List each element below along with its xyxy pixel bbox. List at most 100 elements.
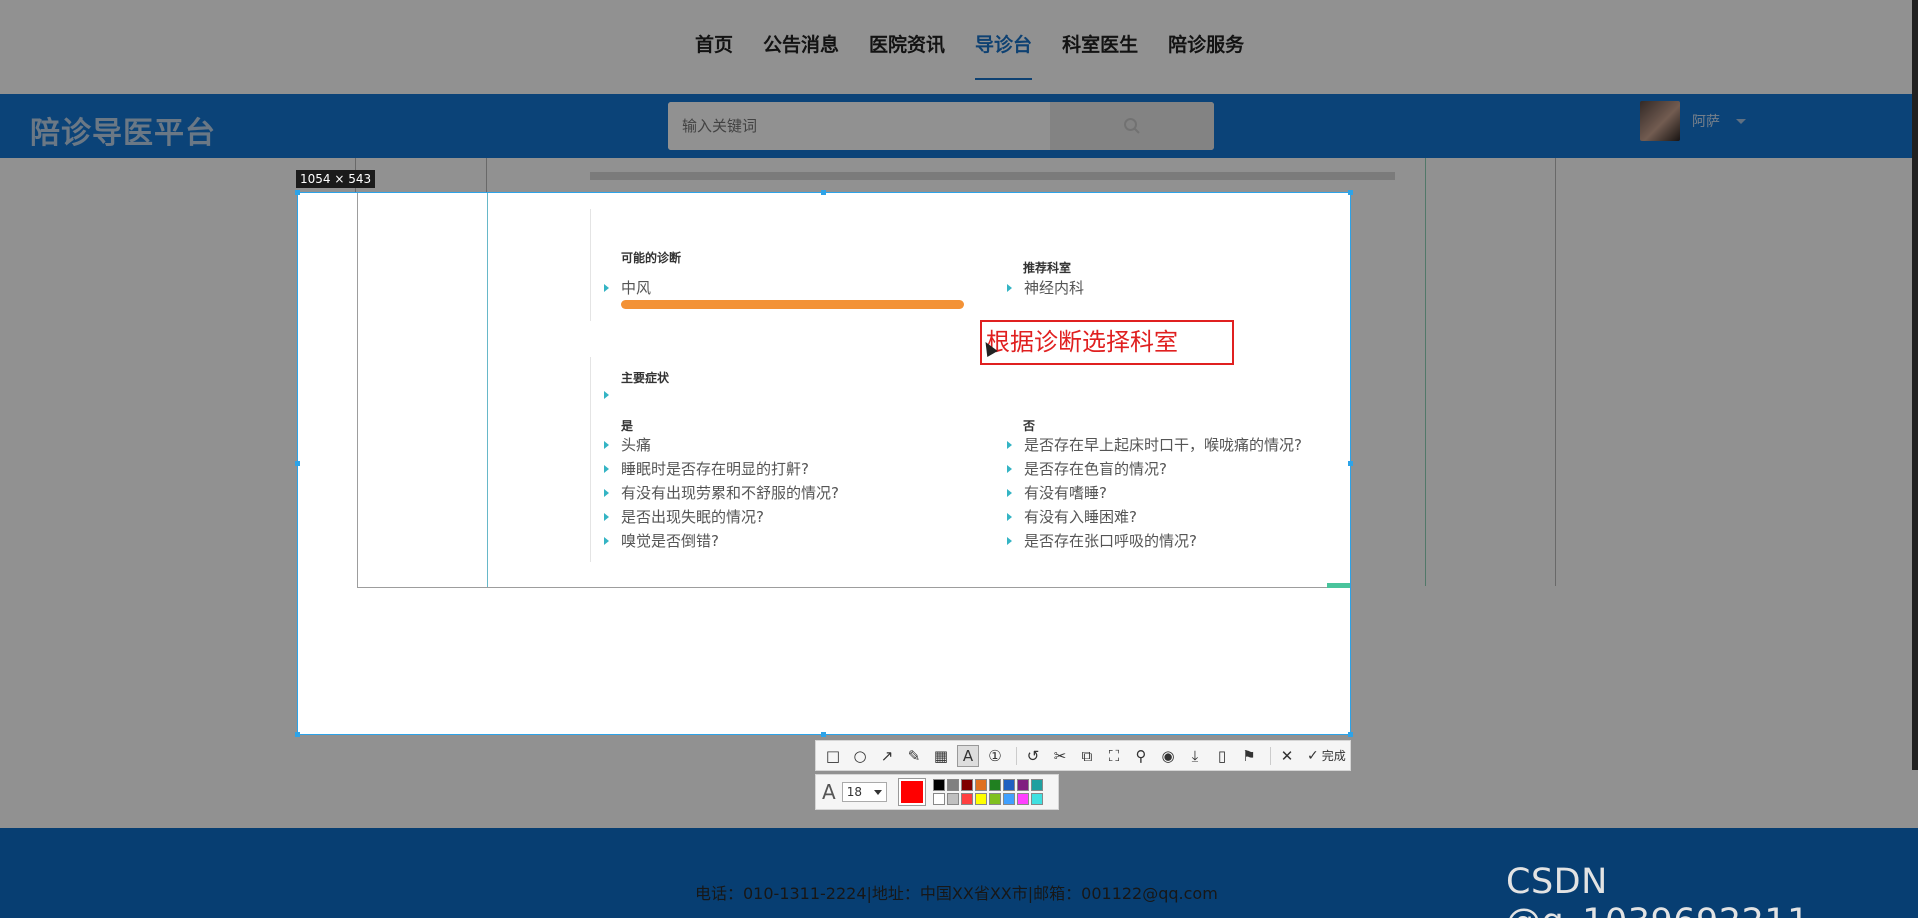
resize-handle[interactable] <box>821 190 826 195</box>
color-swatch[interactable] <box>946 779 959 791</box>
number-tool-icon[interactable]: ① <box>984 745 1006 767</box>
text-style-toolbar: A 18 <box>815 774 1059 810</box>
resize-handle[interactable] <box>1348 732 1353 737</box>
yes-symptom-text: 是否出现失眠的情况? <box>621 508 764 526</box>
bullet-icon <box>1007 464 1012 473</box>
no-symptom-text: 是否存在色盲的情况? <box>1024 460 1167 478</box>
diagnosis-value: 中风 <box>621 279 652 297</box>
annotation-toolbar: □ ○ ↗ ✎ ▦ A ① ↺ ✂ ⧉ ⛶ ⚲ ◉ ⤓ ▯ ⚑ ✕ ✓ 完成 <box>815 740 1351 771</box>
bullet-icon <box>1007 283 1012 292</box>
content-divider <box>590 209 591 321</box>
content-fragment <box>1327 583 1350 588</box>
color-swatch[interactable] <box>1016 793 1029 805</box>
no-symptom-item: 有没有嗜睡? <box>1007 482 1107 503</box>
done-button[interactable]: ✓ 完成 <box>1307 747 1346 764</box>
font-icon: A <box>822 780 836 804</box>
yes-symptom-item: 嗅觉是否倒错? <box>604 530 719 551</box>
yes-symptom-text: 头痛 <box>621 436 652 454</box>
toolbar-separator <box>1016 746 1017 765</box>
undo-icon[interactable]: ↺ <box>1022 745 1044 767</box>
yes-symptom-text: 睡眠时是否存在明显的打鼾? <box>621 460 809 478</box>
yes-label: 是 <box>621 419 634 433</box>
pin-icon[interactable]: ⚲ <box>1130 745 1152 767</box>
bullet-icon <box>604 512 609 521</box>
rectangle-tool-icon[interactable]: □ <box>822 745 844 767</box>
bullet-icon <box>604 391 609 399</box>
no-label: 否 <box>1023 419 1036 433</box>
chevron-down-icon <box>873 789 882 795</box>
color-swatch[interactable] <box>932 779 945 791</box>
ellipse-tool-icon[interactable]: ○ <box>849 745 871 767</box>
no-symptom-item: 是否存在早上起床时口干，喉咙痛的情况? <box>1007 434 1302 455</box>
color-palette <box>932 779 1043 805</box>
bullet-icon <box>1007 488 1012 497</box>
no-symptom-item: 是否存在色盲的情况? <box>1007 458 1167 479</box>
fullscreen-icon[interactable]: ⛶ <box>1103 745 1125 767</box>
record-icon[interactable]: ◉ <box>1157 745 1179 767</box>
yes-symptom-item: 是否出现失眠的情况? <box>604 506 764 527</box>
current-color-swatch[interactable] <box>897 778 926 806</box>
resize-handle[interactable] <box>821 732 826 737</box>
content-divider <box>357 193 358 588</box>
symptoms-label: 主要症状 <box>621 371 670 385</box>
resize-handle[interactable] <box>295 732 300 737</box>
phone-icon[interactable]: ▯ <box>1211 745 1233 767</box>
content-divider <box>357 587 1350 588</box>
color-swatch[interactable] <box>1016 779 1029 791</box>
yes-symptom-item: 有没有出现劳累和不舒服的情况? <box>604 482 839 503</box>
yes-symptom-text: 嗅觉是否倒错? <box>621 532 719 550</box>
diagnosis-item: 中风 <box>604 277 651 298</box>
bullet-icon <box>1007 440 1012 449</box>
pen-tool-icon[interactable]: ✎ <box>903 745 925 767</box>
color-swatch[interactable] <box>1030 779 1043 791</box>
copy-image-icon[interactable]: ⧉ <box>1076 745 1098 767</box>
toolbar-separator <box>1270 746 1271 765</box>
done-label: 完成 <box>1321 749 1346 763</box>
content-divider <box>590 357 591 562</box>
bullet-icon <box>1007 536 1012 545</box>
no-symptom-item: 是否存在张口呼吸的情况? <box>1007 530 1197 551</box>
color-swatch[interactable] <box>1002 779 1015 791</box>
bullet-icon <box>604 283 609 292</box>
check-icon: ✓ <box>1307 747 1319 764</box>
cut-icon[interactable]: ✂ <box>1049 745 1071 767</box>
color-swatch[interactable] <box>960 793 973 805</box>
capture-region[interactable]: 可能的诊断 中风 推荐科室 神经内科 根据诊断选择科室 主要症状 是 否 头痛 … <box>297 192 1351 735</box>
color-swatch[interactable] <box>988 779 1001 791</box>
bullet-icon <box>1007 512 1012 521</box>
symptom-bullet <box>604 391 621 399</box>
yes-symptom-item: 睡眠时是否存在明显的打鼾? <box>604 458 809 479</box>
resize-handle[interactable] <box>295 461 300 466</box>
color-swatch[interactable] <box>1030 793 1043 805</box>
no-symptom-text: 是否存在张口呼吸的情况? <box>1024 532 1197 550</box>
color-swatch[interactable] <box>988 793 1001 805</box>
department-value: 神经内科 <box>1024 279 1085 297</box>
bookmark-icon[interactable]: ⚑ <box>1238 745 1260 767</box>
font-size-select[interactable]: 18 <box>841 782 887 802</box>
bullet-icon <box>604 536 609 545</box>
color-swatch[interactable] <box>960 779 973 791</box>
color-swatch[interactable] <box>946 793 959 805</box>
color-swatch[interactable] <box>974 793 987 805</box>
color-swatch[interactable] <box>932 793 945 805</box>
close-icon[interactable]: ✕ <box>1276 745 1298 767</box>
arrow-tool-icon[interactable]: ↗ <box>876 745 898 767</box>
department-label: 推荐科室 <box>1023 261 1072 275</box>
font-size-value: 18 <box>846 785 862 799</box>
download-icon[interactable]: ⤓ <box>1184 745 1206 767</box>
resize-handle[interactable] <box>1348 190 1353 195</box>
color-swatch[interactable] <box>974 779 987 791</box>
no-symptom-text: 是否存在早上起床时口干，喉咙痛的情况? <box>1024 436 1302 454</box>
no-symptom-text: 有没有嗜睡? <box>1024 484 1107 502</box>
mosaic-tool-icon[interactable]: ▦ <box>930 745 952 767</box>
yes-symptom-text: 有没有出现劳累和不舒服的情况? <box>621 484 839 502</box>
bullet-icon <box>604 464 609 473</box>
resize-handle[interactable] <box>1348 461 1353 466</box>
diagnosis-probability-bar <box>621 300 964 309</box>
department-item[interactable]: 神经内科 <box>1007 277 1084 298</box>
annotation-text-box[interactable]: 根据诊断选择科室 <box>980 320 1234 365</box>
color-swatch[interactable] <box>1002 793 1015 805</box>
resize-handle[interactable] <box>295 190 300 195</box>
content-divider <box>487 193 488 588</box>
text-tool-icon[interactable]: A <box>957 744 979 767</box>
